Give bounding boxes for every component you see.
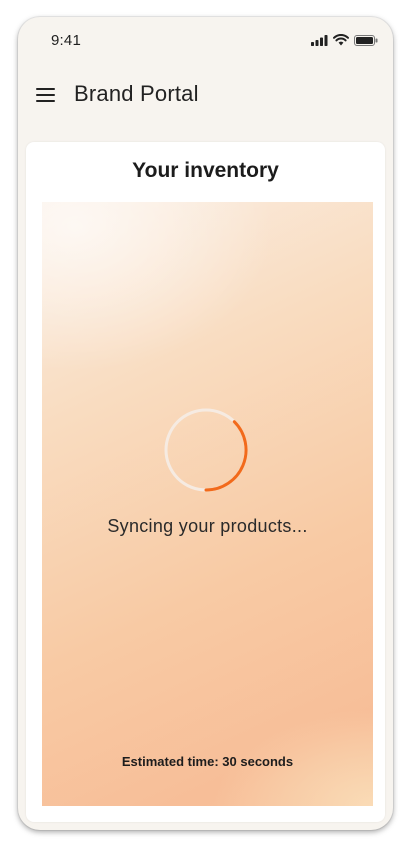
sync-panel: Syncing your products... Estimated time:… — [42, 202, 373, 806]
signal-icon — [311, 34, 328, 46]
hamburger-menu-icon[interactable] — [36, 85, 56, 103]
inventory-card: Your inventory Syncing your products... … — [26, 142, 385, 822]
card-title: Your inventory — [132, 159, 279, 182]
app-header: Brand Portal — [18, 73, 393, 117]
loading-spinner-icon — [164, 408, 248, 492]
status-icons — [311, 34, 378, 46]
app-title: Brand Portal — [74, 81, 199, 106]
phone-frame: 9:41 Brand Portal Your inventory Syncing… — [18, 17, 393, 830]
status-bar: 9:41 — [18, 17, 393, 63]
estimated-time-text: Estimated time: 30 seconds — [121, 754, 294, 769]
wifi-icon — [333, 34, 349, 46]
sync-status-text: Syncing your products... — [107, 516, 308, 536]
battery-icon — [354, 34, 378, 46]
status-time: 9:41 — [51, 32, 81, 49]
